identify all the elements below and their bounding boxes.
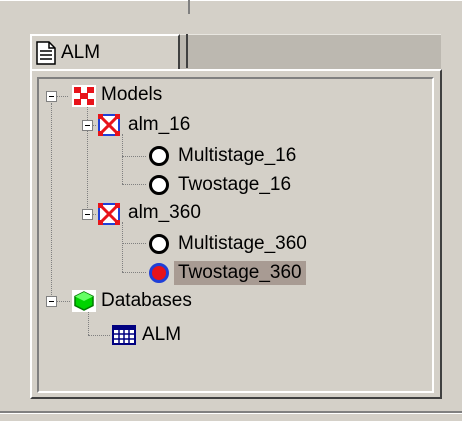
ring-icon <box>149 175 169 195</box>
tab-alm[interactable]: ALM <box>30 34 180 69</box>
tree-item-alm-16[interactable]: alm_16 <box>124 113 194 137</box>
tab-label: ALM <box>61 41 101 63</box>
window-bottom-highlight <box>0 413 462 414</box>
collapse-alm-16-button[interactable] <box>82 120 93 131</box>
tab-separator <box>186 34 188 68</box>
tree-item-multistage-360[interactable]: Multistage_360 <box>174 232 311 256</box>
tree-line <box>51 103 52 301</box>
table-icon <box>112 325 136 345</box>
tree-item-databases[interactable]: Databases <box>97 289 196 313</box>
tree-line <box>56 96 68 97</box>
model-node-icon <box>98 114 120 136</box>
tree-line <box>122 222 123 272</box>
database-icon <box>72 290 96 312</box>
tree-item-twostage-360[interactable]: Twostage_360 <box>174 261 306 285</box>
tree-line <box>88 335 110 336</box>
window-top-edge <box>0 0 462 1</box>
ring-icon <box>149 234 169 254</box>
tree-item-models[interactable]: Models <box>97 83 166 107</box>
tree-line <box>122 243 146 244</box>
tree-line <box>122 272 146 273</box>
models-icon <box>72 85 96 107</box>
tree-line <box>88 310 89 335</box>
collapse-alm-360-button[interactable] <box>82 209 93 220</box>
tree-item-alm-database[interactable]: ALM <box>138 323 185 347</box>
collapse-models-button[interactable] <box>46 91 57 102</box>
tree-item-alm-360[interactable]: alm_360 <box>124 201 205 225</box>
tree-item-multistage-16[interactable]: Multistage_16 <box>174 144 300 168</box>
tree-line <box>122 184 146 185</box>
active-ring-icon <box>149 263 169 283</box>
collapse-databases-button[interactable] <box>46 296 57 307</box>
tree-item-twostage-16[interactable]: Twostage_16 <box>174 173 295 197</box>
splitter-tick <box>188 0 190 14</box>
document-icon <box>36 40 56 65</box>
ring-icon <box>149 146 169 166</box>
tree-line <box>56 301 70 302</box>
model-node-icon <box>98 203 120 225</box>
tree-line <box>122 134 123 184</box>
tree-line <box>122 156 146 157</box>
